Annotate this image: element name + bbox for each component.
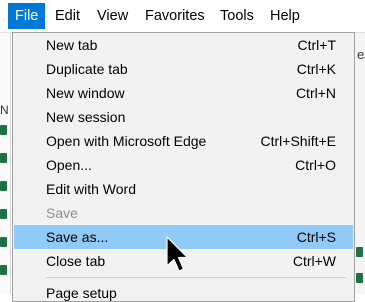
menu-item-label: Save [46,205,78,221]
menu-item-label: Close tab [46,253,106,269]
excel-file-icon [0,209,7,219]
menu-item-shortcut: Ctrl+O [295,157,336,173]
menu-bar: File Edit View Favorites Tools Help [0,0,365,33]
menu-item-open-with-edge[interactable]: Open with Microsoft Edge Ctrl+Shift+E [14,129,353,153]
menu-item-page-setup[interactable]: Page setup [14,281,353,301]
excel-file-icon [0,153,7,163]
menu-item-save: Save [14,201,353,225]
background-left-panel: N [0,33,11,294]
background-right-panel: eA [355,33,365,294]
menu-separator [46,277,346,278]
menu-item-label: Duplicate tab [46,61,128,77]
excel-file-icon [0,237,7,247]
menu-view[interactable]: View [90,3,135,29]
mouse-pointer-icon [166,236,189,272]
background-fragment-text: N [0,103,9,117]
menu-edit[interactable]: Edit [48,3,87,29]
menu-help[interactable]: Help [263,3,307,29]
menu-item-shortcut: Ctrl+S [296,229,336,245]
menu-item-shortcut: Ctrl+K [296,61,336,77]
menu-item-edit-with-word[interactable]: Edit with Word [14,177,353,201]
menu-item-shortcut: Ctrl+N [295,85,336,101]
menu-item-label: Save as... [46,229,109,245]
menu-item-open[interactable]: Open... Ctrl+O [14,153,353,177]
menu-favorites[interactable]: Favorites [138,3,212,29]
menu-item-duplicate-tab[interactable]: Duplicate tab Ctrl+K [14,57,353,81]
menu-item-new-session[interactable]: New session [14,105,353,129]
menu-item-label: Edit with Word [46,181,136,197]
menu-item-label: New tab [46,37,98,53]
excel-file-icon [0,265,7,275]
menu-tools[interactable]: Tools [213,3,261,29]
menu-item-label: New session [46,109,126,125]
menu-item-label: Page setup [46,285,117,301]
menu-item-new-window[interactable]: New window Ctrl+N [14,81,353,105]
menu-item-shortcut: Ctrl+T [297,37,337,53]
background-fragment-text: eA [357,47,365,62]
excel-file-icon [0,181,7,191]
excel-file-icon [356,247,363,257]
excel-file-icon [356,273,363,283]
menu-item-shortcut: Ctrl+Shift+E [260,133,336,149]
menu-file[interactable]: File [8,3,46,29]
menu-item-label: Open with Microsoft Edge [46,133,207,149]
excel-file-icon [0,125,7,135]
menu-item-label: Open... [46,157,92,173]
menu-item-label: New window [46,85,125,101]
menu-item-shortcut: Ctrl+W [292,253,336,269]
menu-item-new-tab[interactable]: New tab Ctrl+T [14,33,353,57]
